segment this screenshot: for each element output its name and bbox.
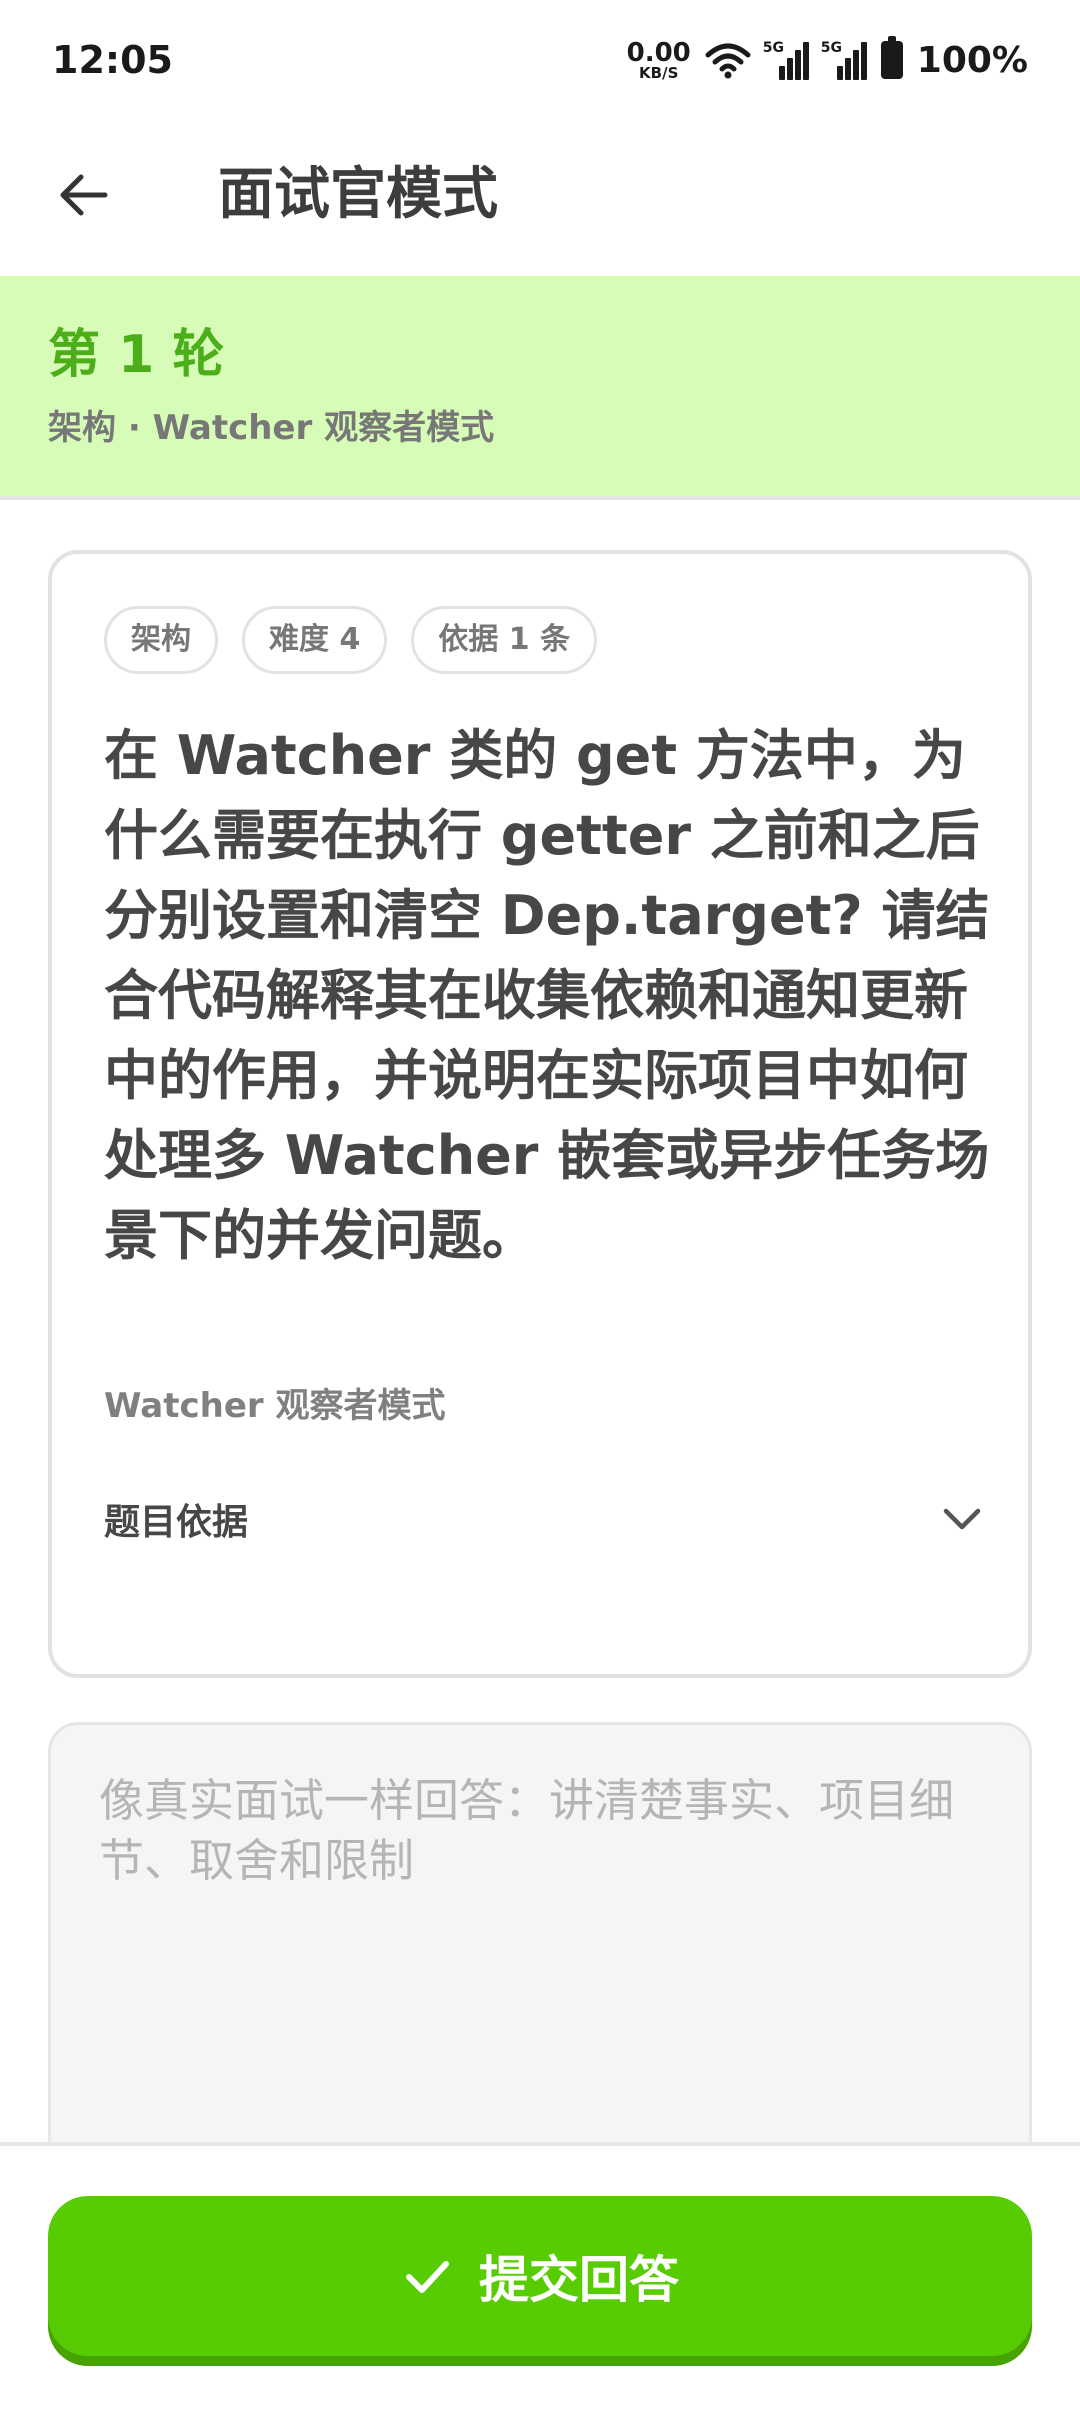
signal-type-label: 5G (820, 40, 843, 56)
basis-count-chip: 依据 1 条 (411, 606, 598, 674)
question-text: 在 Watcher 类的 get 方法中，为什么需要在执行 getter 之前和… (104, 724, 990, 1267)
battery-percentage: 100% (916, 39, 1028, 81)
question-card: 架构 难度 4 依据 1 条 在 Watcher 类的 get 方法中，为什么需… (48, 550, 1032, 1678)
answer-input[interactable] (51, 1725, 1029, 2142)
status-bar: 12:05 0.00 KB/S 5G 5G 100% (0, 0, 1080, 120)
check-icon (406, 2261, 449, 2293)
chevron-down-icon (943, 1508, 981, 1530)
battery-icon (880, 36, 903, 79)
signal-type-label: 5G (762, 40, 785, 56)
page-title: 面试官模式 (218, 162, 498, 227)
back-button[interactable] (48, 160, 118, 230)
signal-icon: 5G (762, 40, 809, 80)
question-basis-toggle[interactable]: 题目依据 (104, 1484, 984, 1554)
wifi-icon (705, 43, 751, 79)
network-speed-unit: KB/S (639, 63, 679, 82)
signal-icon: 5G (820, 40, 867, 80)
question-topic: Watcher 观察者模式 (104, 1386, 446, 1426)
round-banner: 第 1 轮 架构 · Watcher 观察者模式 (0, 276, 1080, 500)
network-speed: 0.00 KB/S (627, 40, 691, 81)
round-title: 第 1 轮 (48, 325, 225, 385)
arrow-left-icon (60, 174, 108, 216)
answer-box (48, 1722, 1032, 2142)
round-subtitle: 架构 · Watcher 观察者模式 (48, 408, 495, 448)
bottom-bar: 提交回答 (0, 2146, 1080, 2412)
submit-answer-button[interactable]: 提交回答 (48, 2196, 1032, 2356)
network-speed-value: 0.00 (626, 37, 691, 68)
status-icons: 0.00 KB/S 5G 5G 100% (627, 36, 1028, 81)
submit-answer-label: 提交回答 (479, 2251, 679, 2309)
app-header: 面试官模式 (0, 130, 1080, 260)
category-chip: 架构 (104, 606, 218, 674)
question-tags: 架构 难度 4 依据 1 条 (104, 606, 598, 674)
difficulty-chip: 难度 4 (242, 606, 388, 674)
status-time: 12:05 (52, 38, 173, 82)
question-basis-label: 题目依据 (104, 1502, 249, 1543)
